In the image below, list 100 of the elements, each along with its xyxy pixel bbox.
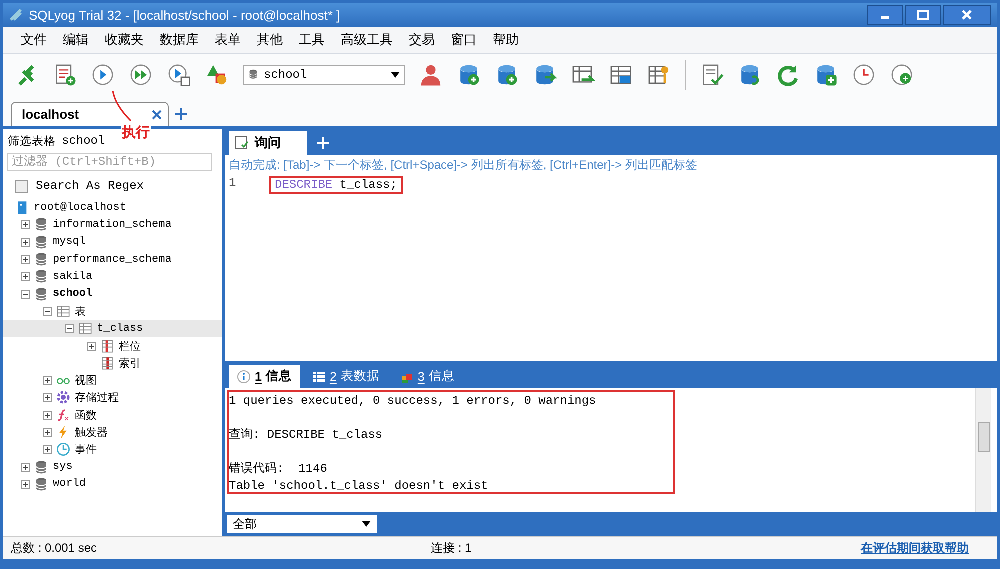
filter-field[interactable]: 过滤器 (Ctrl+Shift+B) [7, 153, 212, 171]
tree-item[interactable]: performance_schema [53, 254, 172, 266]
database-icon [34, 234, 49, 250]
result-tab[interactable]: 3 信息 [392, 365, 463, 388]
play-table-icon[interactable] [167, 63, 191, 87]
tree-item[interactable]: sakila [53, 270, 93, 283]
tree-item[interactable]: mysql [53, 236, 86, 248]
function-icon [56, 408, 71, 423]
menu-item[interactable]: 数据库 [152, 29, 207, 51]
tree-item[interactable]: information_schema [53, 218, 172, 231]
expand-icon[interactable] [43, 410, 52, 420]
result-tab[interactable]: 2 表数据 [304, 365, 388, 388]
index-icon [100, 356, 115, 371]
annotation-line [112, 91, 132, 122]
tree-item[interactable]: 视图 [75, 373, 97, 388]
collapse-icon[interactable] [65, 324, 74, 334]
connection-tab[interactable]: localhost [11, 102, 169, 126]
app-icon [9, 8, 23, 22]
filter-label: 筛选表格 [8, 134, 56, 149]
tree-item[interactable]: world [53, 478, 86, 490]
annotation-label: 执行 [121, 124, 151, 140]
menu-item[interactable]: 文件 [13, 29, 55, 51]
table-icon [56, 304, 71, 319]
shapes-icon[interactable] [205, 63, 229, 87]
database-icon [34, 286, 49, 302]
table-icon [312, 370, 326, 384]
expand-icon[interactable] [21, 272, 30, 282]
refresh-icon[interactable] [776, 63, 800, 87]
dropdown-arrow-icon[interactable] [391, 72, 400, 78]
window-title: SQLyog Trial 32 - [localhost/school - root@localhost* ] [29, 8, 342, 22]
menu-item[interactable]: 窗口 [443, 29, 485, 51]
close-button[interactable] [943, 5, 991, 25]
status-text: 连接 : 1 [431, 540, 472, 554]
document-check-icon[interactable] [700, 63, 724, 87]
tree-item[interactable]: school [53, 288, 93, 300]
tree-item[interactable]: t_class [97, 322, 144, 335]
user-icon[interactable] [419, 63, 443, 87]
menu-item[interactable]: 高级工具 [333, 29, 401, 51]
message-text: 错误代码: 1146 [229, 461, 328, 478]
expand-icon[interactable] [43, 393, 52, 402]
minimize-button[interactable] [867, 5, 903, 25]
menu-item[interactable]: 表单 [207, 29, 249, 51]
tree-item[interactable]: 存储过程 [75, 390, 119, 406]
tree-item[interactable]: 表 [75, 304, 86, 319]
collapse-icon[interactable] [43, 306, 52, 316]
database-icon [34, 252, 49, 268]
dropdown-arrow-icon[interactable] [362, 521, 371, 527]
scrollbar[interactable] [975, 388, 991, 512]
filter-dropdown[interactable]: 全部 [227, 515, 377, 533]
help-link[interactable]: 在评估期间获取帮助 [861, 540, 969, 556]
tree-item[interactable]: 事件 [75, 442, 97, 458]
menu-item[interactable]: 帮助 [485, 29, 527, 51]
expand-icon[interactable] [21, 220, 30, 230]
autocomplete-hint: 自动完成: [Tab]-> 下一个标签, [Ctrl+Space]-> 列出所有标签, [Ctrl+Enter]-> 列出匹配标签 [228, 157, 698, 174]
fast-forward-icon[interactable] [129, 63, 153, 87]
regex-checkbox[interactable] [15, 180, 28, 192]
clock-icon[interactable] [852, 63, 876, 87]
status-text: 总数 : 0.001 sec [11, 540, 98, 554]
message-text: 1 queries executed, 0 success, 1 errors, 0 warnings [229, 393, 598, 410]
result-tab[interactable]: 1 信息 [229, 365, 300, 388]
expand-icon[interactable] [43, 428, 52, 437]
tree-item[interactable]: 函数 [75, 408, 97, 423]
table-key-icon[interactable] [647, 63, 671, 87]
maximize-icon[interactable] [917, 10, 929, 20]
play-add-icon[interactable] [890, 63, 914, 87]
expand-icon[interactable] [21, 480, 30, 489]
menu-item[interactable]: 交易 [401, 29, 443, 51]
menu-item[interactable]: 收藏夹 [97, 29, 152, 51]
tree-item[interactable]: 触发器 [75, 425, 108, 440]
columns-icon [100, 338, 115, 354]
expand-icon[interactable] [21, 255, 30, 264]
maximize-button[interactable] [905, 5, 941, 25]
expand-icon[interactable] [43, 376, 52, 386]
tree-item[interactable]: root@localhost [34, 202, 126, 214]
menu-item[interactable]: 编辑 [55, 29, 97, 51]
line-number: 1 [229, 176, 238, 192]
expand-icon[interactable] [21, 238, 30, 247]
database-icon [34, 476, 49, 492]
database-icon [248, 69, 260, 81]
tree-item[interactable]: 栏位 [119, 338, 141, 354]
database-name: school [62, 134, 106, 149]
tree-item[interactable]: sys [53, 461, 73, 474]
menu-item[interactable]: 工具 [291, 29, 333, 51]
expand-icon[interactable] [43, 445, 52, 454]
info-icon [237, 370, 251, 384]
list-add-icon[interactable] [53, 63, 77, 87]
database-dropdown[interactable]: school [243, 65, 405, 85]
add-tab-icon[interactable] [175, 108, 187, 120]
tree-item[interactable]: 索引 [119, 356, 141, 371]
close-icon[interactable] [152, 110, 162, 120]
expand-icon[interactable] [21, 462, 30, 472]
table-icon[interactable] [609, 63, 633, 87]
query-tab[interactable]: 询问 [229, 131, 307, 155]
play-icon[interactable] [91, 63, 115, 87]
collapse-icon[interactable] [21, 290, 30, 299]
message-text: Table 'school.t_class' doesn't exist [229, 478, 490, 495]
expand-icon[interactable] [87, 342, 96, 351]
table-icon [78, 321, 93, 336]
menu-item[interactable]: 其他 [249, 29, 291, 51]
message-text: 查询: DESCRIBE t_class [229, 427, 384, 444]
